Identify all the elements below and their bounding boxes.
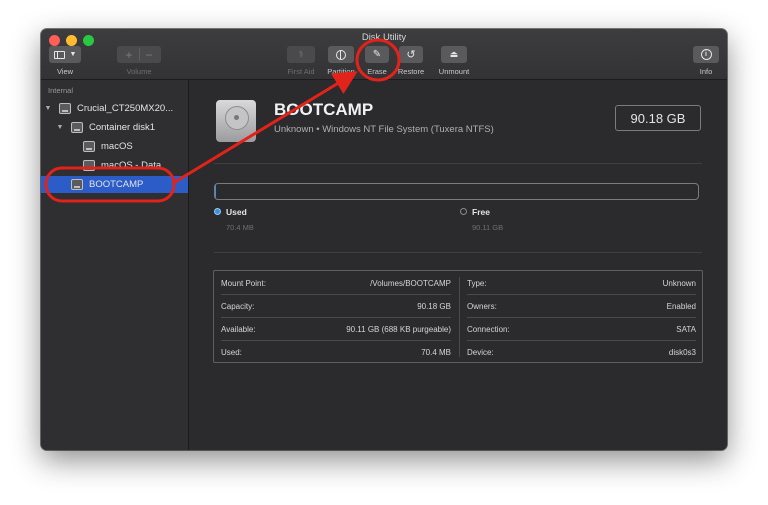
volume-detail-pane: BOOTCAMP Unknown • Windows NT File Syste… xyxy=(189,80,727,450)
volume-add-remove-button[interactable]: + − xyxy=(117,46,161,63)
used-legend-dot xyxy=(214,208,221,215)
view-label: View xyxy=(56,67,74,76)
first-aid-label: First Aid xyxy=(287,67,315,76)
sidebar-item-bootcamp[interactable]: BOOTCAMP xyxy=(41,176,188,193)
view-button[interactable]: ▼ xyxy=(49,46,81,63)
info-row-device: Device: disk0s3 xyxy=(467,347,696,357)
sidebar-section-internal: Internal xyxy=(48,86,74,95)
plus-icon: + xyxy=(125,47,133,62)
toolbar: Disk Utility ▼ View + − Volume ⚕ First A… xyxy=(41,29,727,80)
free-legend-dot xyxy=(460,208,467,215)
volume-name: BOOTCAMP xyxy=(274,100,374,119)
restore-label: Restore xyxy=(397,67,425,76)
partition-icon xyxy=(336,49,346,60)
info-row-used: Used: 70.4 MB xyxy=(221,347,451,357)
hard-drive-icon xyxy=(216,100,256,142)
sidebar-item-macos[interactable]: macOS xyxy=(41,138,188,155)
partition-label: Partition xyxy=(327,67,355,76)
sidebar-item-label: BOOTCAMP xyxy=(89,179,144,190)
unmount-button[interactable]: ⏏ xyxy=(441,46,467,63)
free-legend-label: Free xyxy=(472,207,490,217)
sidebar-item-crucial-disk[interactable]: ▼ Crucial_CT250MX20... xyxy=(41,100,188,117)
usage-bar xyxy=(214,183,699,200)
volume-format: Unknown • Windows NT File System (Tuxera… xyxy=(274,124,494,135)
info-column-divider xyxy=(459,277,460,357)
info-icon: i xyxy=(700,49,712,60)
info-row-mount-point: Mount Point: /Volumes/BOOTCAMP xyxy=(221,278,451,288)
restore-button[interactable]: ↺ xyxy=(399,46,423,63)
drive-icon xyxy=(59,103,71,114)
info-row-type: Type: Unknown xyxy=(467,278,696,288)
minus-icon: − xyxy=(145,47,153,62)
used-legend-value: 70.4 MB xyxy=(226,223,254,232)
eject-icon: ⏏ xyxy=(449,49,459,59)
info-label: Info xyxy=(699,67,713,76)
disk-utility-window: Disk Utility ▼ View + − Volume ⚕ First A… xyxy=(41,29,727,450)
sidebar: Internal ▼ Crucial_CT250MX20... ▼ Contai… xyxy=(41,80,189,450)
info-row-owners: Owners: Enabled xyxy=(467,301,696,311)
used-legend-label: Used xyxy=(226,207,247,217)
volume-icon xyxy=(71,179,83,190)
info-button[interactable]: i xyxy=(693,46,719,63)
sidebar-icon xyxy=(53,50,65,59)
partition-button[interactable] xyxy=(328,46,354,63)
info-row-connection: Connection: SATA xyxy=(467,324,696,334)
sidebar-item-label: macOS xyxy=(101,141,133,152)
volume-size-badge: 90.18 GB xyxy=(615,105,701,131)
disclosure-triangle-icon[interactable]: ▼ xyxy=(55,124,65,131)
erase-icon: ✎ xyxy=(372,49,382,60)
volume-info-table: Mount Point: /Volumes/BOOTCAMP Capacity:… xyxy=(213,270,703,363)
volume-label: Volume xyxy=(126,67,152,76)
divider xyxy=(214,252,702,253)
stethoscope-icon: ⚕ xyxy=(298,49,304,59)
free-legend-value: 90.11 GB xyxy=(472,223,504,232)
volume-icon xyxy=(83,160,95,171)
chevron-down-icon: ▼ xyxy=(69,51,77,58)
container-icon xyxy=(71,122,83,133)
divider xyxy=(214,163,702,164)
restore-icon: ↺ xyxy=(406,49,416,61)
unmount-label: Unmount xyxy=(438,67,470,76)
sidebar-item-label: Crucial_CT250MX20... xyxy=(77,103,174,114)
disclosure-triangle-icon[interactable]: ▼ xyxy=(43,105,53,112)
window-title: Disk Utility xyxy=(361,32,407,43)
sidebar-item-label: Container disk1 xyxy=(89,122,156,133)
sidebar-item-container-disk1[interactable]: ▼ Container disk1 xyxy=(41,119,188,136)
first-aid-button[interactable]: ⚕ xyxy=(287,46,315,63)
volume-icon xyxy=(83,141,95,152)
erase-button[interactable]: ✎ xyxy=(365,46,389,63)
sidebar-item-macos-data[interactable]: macOS - Data xyxy=(41,157,188,174)
sidebar-item-label: macOS - Data xyxy=(101,160,162,171)
info-row-capacity: Capacity: 90.18 GB xyxy=(221,301,451,311)
info-row-available: Available: 90.11 GB (688 KB purgeable) xyxy=(221,324,451,334)
